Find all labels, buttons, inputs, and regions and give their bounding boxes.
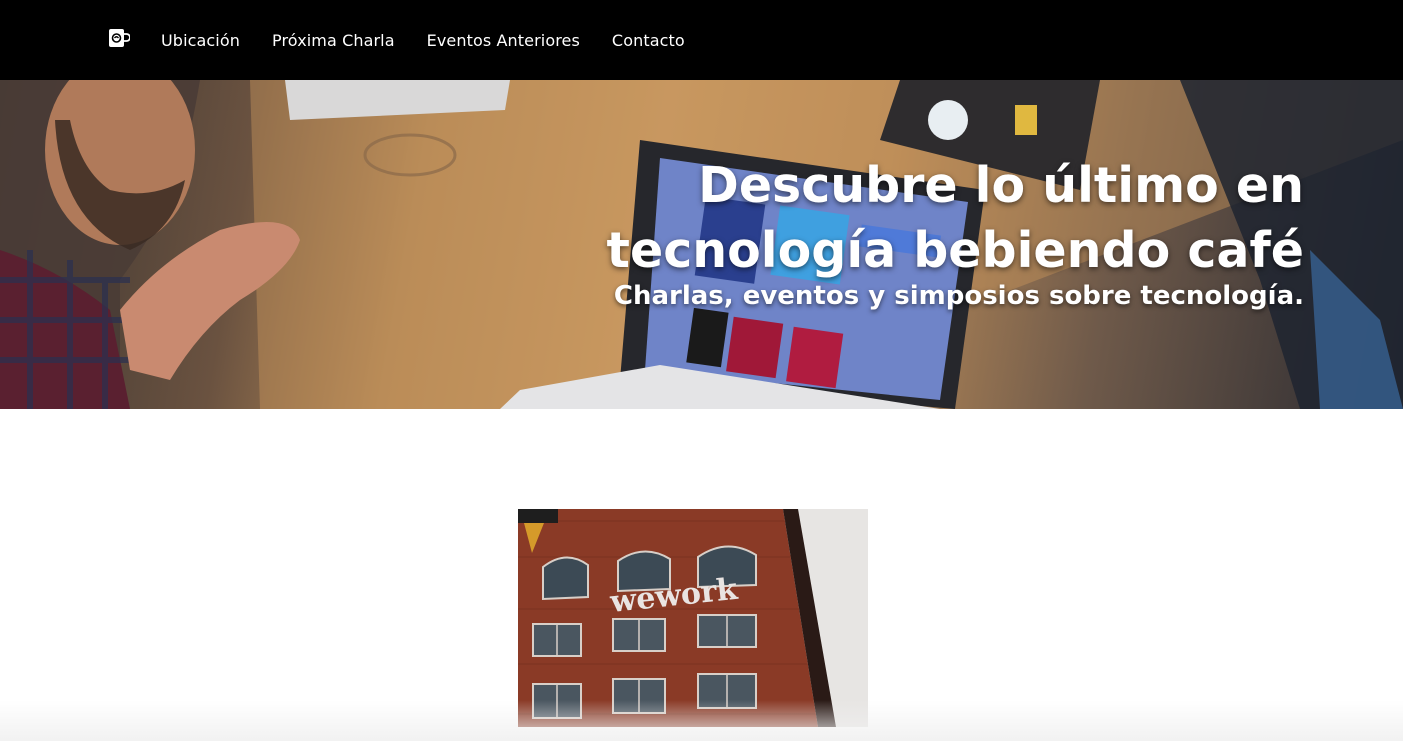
hero-banner: Descubre lo último en tecnología bebiend… — [0, 80, 1403, 409]
nav-link-ubicacion[interactable]: Ubicación — [161, 31, 240, 50]
top-navbar: Ubicación Próxima Charla Eventos Anterio… — [0, 0, 1403, 80]
main-nav: Ubicación Próxima Charla Eventos Anterio… — [161, 0, 685, 80]
event-venue-image[interactable]: wework — [518, 509, 868, 727]
nav-link-eventos-anteriores[interactable]: Eventos Anteriores — [427, 31, 580, 50]
nav-link-contacto[interactable]: Contacto — [612, 31, 685, 50]
nav-link-proxima-charla[interactable]: Próxima Charla — [272, 31, 395, 50]
hero-subtitle: Charlas, eventos y simposios sobre tecno… — [613, 281, 1304, 311]
coffee-cup-icon[interactable] — [108, 27, 130, 49]
building-photo: wework — [518, 509, 868, 727]
hero-title: Descubre lo último en tecnología bebiend… — [606, 157, 1304, 279]
